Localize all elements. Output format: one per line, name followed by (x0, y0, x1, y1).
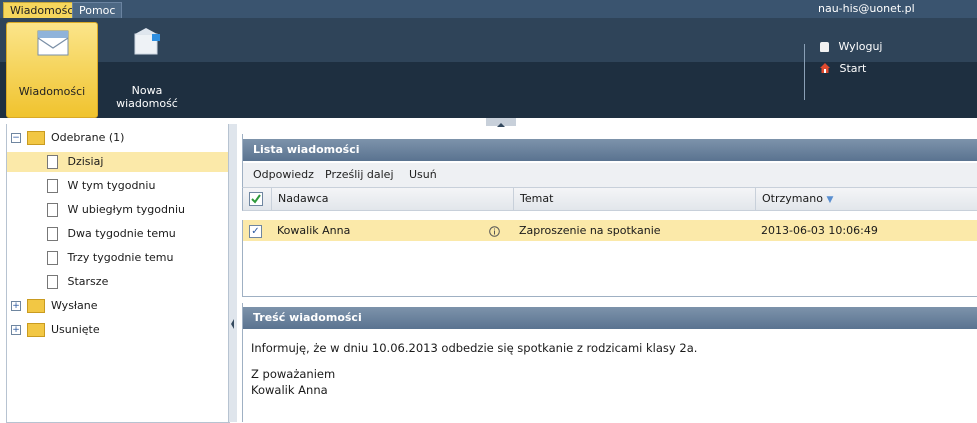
tree-item-w-ubieglym-tygodniu[interactable]: W ubiegłym tygodniu (7, 200, 185, 220)
message-line: Z poważaniem (251, 367, 336, 381)
checkbox-icon[interactable] (249, 192, 263, 209)
tree-label: Wysłane (51, 299, 98, 312)
column-subject[interactable]: Temat (513, 188, 756, 210)
collapse-ribbon-handle[interactable] (486, 118, 516, 127)
tree-item-trzy-tygodnie-temu[interactable]: Trzy tygodnie temu (7, 248, 173, 268)
folder-icon (26, 299, 45, 313)
document-icon (47, 251, 58, 265)
folder-tree: − Odebrane (1) Dzisiaj W tym tygodniu W … (6, 124, 230, 423)
message-list-empty-area (242, 241, 977, 297)
collapse-toggle-icon[interactable]: − (11, 133, 21, 143)
lock-icon (820, 42, 829, 52)
message-toolbar: Odpowiedz Prześlij dalej Usuń (242, 163, 977, 187)
delete-button[interactable]: Usuń (409, 167, 437, 183)
logout-label: Wyloguj (838, 40, 883, 53)
panel-title: Treść wiadomości (253, 311, 362, 324)
tree-label: Dzisiaj (67, 155, 104, 168)
tree-label: Dwa tygodnie temu (67, 227, 176, 240)
user-email: nau-his@uonet.pl (818, 2, 915, 15)
new-message-ribbon-button[interactable]: Nowa wiadomość (108, 22, 186, 116)
message-content-header: Treść wiadomości (243, 307, 977, 329)
sidebar-splitter[interactable] (228, 124, 237, 422)
new-message-label-line1: Nowa (131, 84, 163, 97)
folder-open-icon (26, 131, 45, 145)
document-icon (47, 179, 58, 193)
reply-button[interactable]: Odpowiedz (253, 167, 314, 183)
message-content-panel: Treść wiadomości (242, 303, 977, 331)
panel-title: Lista wiadomości (253, 143, 360, 156)
menu-tab-pomoc[interactable]: Pomoc (72, 2, 123, 18)
ribbon-separator (804, 44, 805, 100)
forward-button[interactable]: Prześlij dalej (325, 167, 394, 183)
message-table-header: Nadawca Temat Otrzymano ▼ (242, 187, 977, 211)
info-icon (489, 220, 500, 241)
tree-label: W tym tygodniu (67, 179, 156, 192)
envelope-icon (37, 29, 69, 60)
folder-icon (26, 323, 45, 337)
document-icon (47, 155, 58, 169)
messages-ribbon-button[interactable]: Wiadomości (6, 22, 98, 118)
column-received[interactable]: Otrzymano ▼ (755, 188, 977, 210)
home-icon (820, 62, 830, 76)
sort-desc-icon: ▼ (826, 195, 834, 205)
tree-label: Trzy tygodnie temu (67, 251, 174, 264)
tree-folder-sent[interactable]: + Wysłane (11, 296, 98, 316)
start-label: Start (839, 62, 867, 75)
new-message-label-line2: wiadomość (116, 97, 178, 110)
logout-link[interactable]: Wyloguj (820, 40, 883, 53)
messages-ribbon-label: Wiadomości (18, 85, 86, 98)
row-checkbox[interactable]: ✓ (249, 220, 262, 241)
tree-label: W ubiegłym tygodniu (67, 203, 186, 216)
column-sender[interactable]: Nadawca (271, 188, 514, 210)
tree-item-starsze[interactable]: Starsze (7, 272, 108, 292)
tree-folder-received[interactable]: − Odebrane (1) (11, 128, 124, 148)
cell-received: 2013-06-03 10:06:49 (761, 224, 878, 237)
message-line: Informuję, że w dniu 10.06.2013 odbedzie… (251, 341, 698, 355)
expand-toggle-icon[interactable]: + (11, 301, 21, 311)
column-label: Otrzymano (762, 192, 823, 205)
tree-folder-deleted[interactable]: + Usunięte (11, 320, 100, 340)
tree-item-dwa-tygodnie-temu[interactable]: Dwa tygodnie temu (7, 224, 176, 244)
document-icon (47, 227, 58, 241)
tree-label: Usunięte (51, 323, 100, 336)
table-row[interactable]: ✓ Kowalik Anna Zaproszenie na spotkanie … (242, 220, 977, 241)
tree-item-dzisiaj[interactable]: Dzisiaj (7, 152, 229, 172)
message-list-panel: Lista wiadomości (242, 134, 977, 163)
message-body: Informuję, że w dniu 10.06.2013 odbedzie… (242, 331, 977, 422)
new-message-icon (132, 28, 162, 59)
document-icon (47, 203, 58, 217)
tree-label: Starsze (67, 275, 109, 288)
message-list-header: Lista wiadomości (243, 139, 977, 161)
tree-label: Odebrane (1) (51, 131, 125, 144)
message-line: Kowalik Anna (251, 383, 328, 397)
expand-toggle-icon[interactable]: + (11, 325, 21, 335)
start-link[interactable]: Start (820, 62, 866, 76)
cell-sender: Kowalik Anna (277, 224, 351, 237)
cell-subject: Zaproszenie na spotkanie (519, 224, 661, 237)
tree-item-w-tym-tygodniu[interactable]: W tym tygodniu (7, 176, 155, 196)
document-icon (47, 275, 58, 289)
